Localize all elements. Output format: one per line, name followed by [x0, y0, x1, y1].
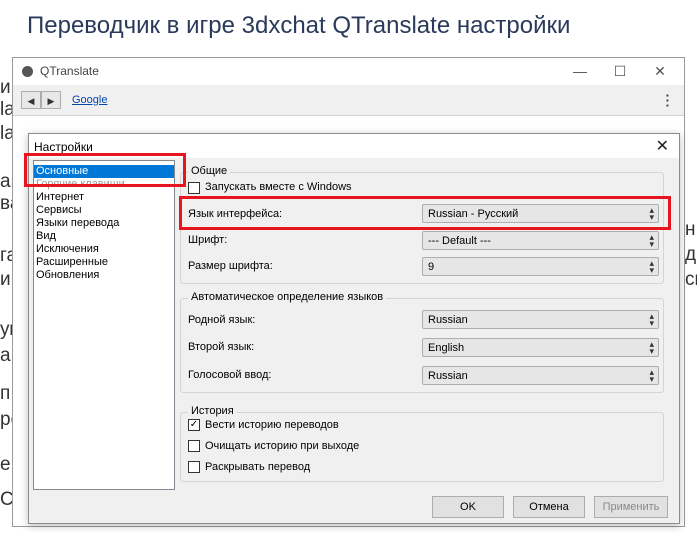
menu-kebab-icon[interactable]: · · · — [666, 89, 670, 112]
second-language-label: Второй язык: — [188, 341, 255, 353]
back-button[interactable]: ◀ — [21, 91, 41, 109]
page-title: Переводчик в игре 3dxchat QTranslate нас… — [27, 12, 571, 39]
font-label: Шрифт: — [188, 234, 228, 246]
interface-language-select[interactable]: Russian - Русский ▴ ▾ — [422, 204, 659, 223]
maximize-button[interactable]: ☐ — [600, 60, 640, 82]
google-link[interactable]: Google — [72, 94, 107, 106]
clear-history-checkbox[interactable] — [188, 440, 200, 452]
voice-input-label: Голосовой ввод: — [188, 369, 272, 381]
sidebar-item-languages[interactable]: Языки перевода — [34, 217, 174, 230]
chevron-updown-icon: ▴ ▾ — [649, 205, 654, 222]
autostart-checkbox[interactable] — [188, 182, 200, 194]
interface-language-label: Язык интерфейса: — [188, 208, 283, 220]
window-title: QTranslate — [40, 64, 99, 78]
minimize-button[interactable]: — — [560, 60, 600, 82]
dialog-titlebar[interactable]: Настройки ✕ — [29, 134, 679, 158]
bg-text-fragment: да — [685, 244, 697, 265]
second-language-value: English — [428, 342, 465, 354]
autostart-label: Запускать вместе с Windows — [205, 181, 352, 193]
font-size-value: 9 — [428, 261, 435, 273]
auto-detect-group-title: Автоматическое определение языков — [188, 291, 387, 303]
bg-text-fragment: и — [0, 269, 11, 290]
forward-button[interactable]: ▶ — [41, 91, 61, 109]
bg-text-fragment: и — [0, 77, 11, 98]
font-value: --- Default --- — [428, 235, 491, 247]
settings-dialog: Настройки ✕ Основные Горячие клавиши Инт… — [28, 133, 680, 524]
chevron-updown-icon: ▴ ▾ — [649, 311, 654, 328]
bg-text-fragment: н, — [685, 219, 697, 240]
sidebar-item-general[interactable]: Основные — [34, 165, 174, 178]
dialog-close-button[interactable]: ✕ — [656, 136, 669, 156]
sidebar-item-advanced[interactable]: Расширенные — [34, 256, 174, 269]
voice-input-select[interactable]: Russian ▴ ▾ — [422, 366, 659, 385]
expand-translation-checkbox[interactable] — [188, 461, 200, 473]
sidebar-item-updates[interactable]: Обновления — [34, 269, 174, 282]
general-group-title: Общие — [188, 165, 231, 177]
apply-button[interactable]: Применить — [594, 496, 668, 518]
native-language-label: Родной язык: — [188, 314, 256, 326]
font-size-label: Размер шрифта: — [188, 260, 273, 272]
bg-text-fragment: сь — [685, 269, 697, 290]
sidebar-item-hotkeys[interactable]: Горячие клавиши — [34, 178, 174, 191]
second-language-select[interactable]: English ▴ ▾ — [422, 338, 659, 357]
window-titlebar[interactable]: QTranslate — ☐ ✕ — [13, 58, 684, 85]
native-language-value: Russian — [428, 314, 468, 326]
ok-button[interactable]: OK — [432, 496, 504, 518]
sidebar-item-internet[interactable]: Интернет — [34, 191, 174, 204]
interface-language-value: Russian - Русский — [428, 208, 519, 220]
font-size-select[interactable]: 9 ▴ ▾ — [422, 257, 659, 276]
window-close-button[interactable]: ✕ — [640, 60, 680, 82]
window-toolbar: ◀ ▶ Google · · · — [13, 85, 684, 115]
sidebar-item-exceptions[interactable]: Исключения — [34, 243, 174, 256]
expand-translation-label: Раскрывать перевод — [205, 461, 311, 473]
bg-text-fragment: е — [0, 454, 11, 475]
bg-text-fragment: а — [0, 345, 11, 366]
settings-sidebar: Основные Горячие клавиши Интернет Сервис… — [33, 160, 175, 490]
sidebar-item-services[interactable]: Сервисы — [34, 204, 174, 217]
keep-history-label: Вести историю переводов — [205, 419, 339, 431]
sidebar-item-view[interactable]: Вид — [34, 230, 174, 243]
check-icon: ✓ — [189, 419, 199, 430]
chevron-updown-icon: ▴ ▾ — [649, 367, 654, 384]
chevron-updown-icon: ▴ ▾ — [649, 339, 654, 356]
qtranslate-logo-icon — [22, 66, 33, 77]
bg-text-fragment: п — [0, 383, 11, 404]
clear-history-label: Очищать историю при выходе — [205, 440, 360, 452]
history-group-title: История — [188, 405, 237, 417]
font-select[interactable]: --- Default --- ▴ ▾ — [422, 231, 659, 250]
cancel-button[interactable]: Отмена — [513, 496, 585, 518]
voice-input-value: Russian — [428, 370, 468, 382]
chevron-updown-icon: ▴ ▾ — [649, 232, 654, 249]
keep-history-checkbox[interactable]: ✓ — [188, 419, 200, 431]
native-language-select[interactable]: Russian ▴ ▾ — [422, 310, 659, 329]
dialog-title: Настройки — [34, 140, 93, 154]
chevron-updown-icon: ▴ ▾ — [649, 258, 654, 275]
